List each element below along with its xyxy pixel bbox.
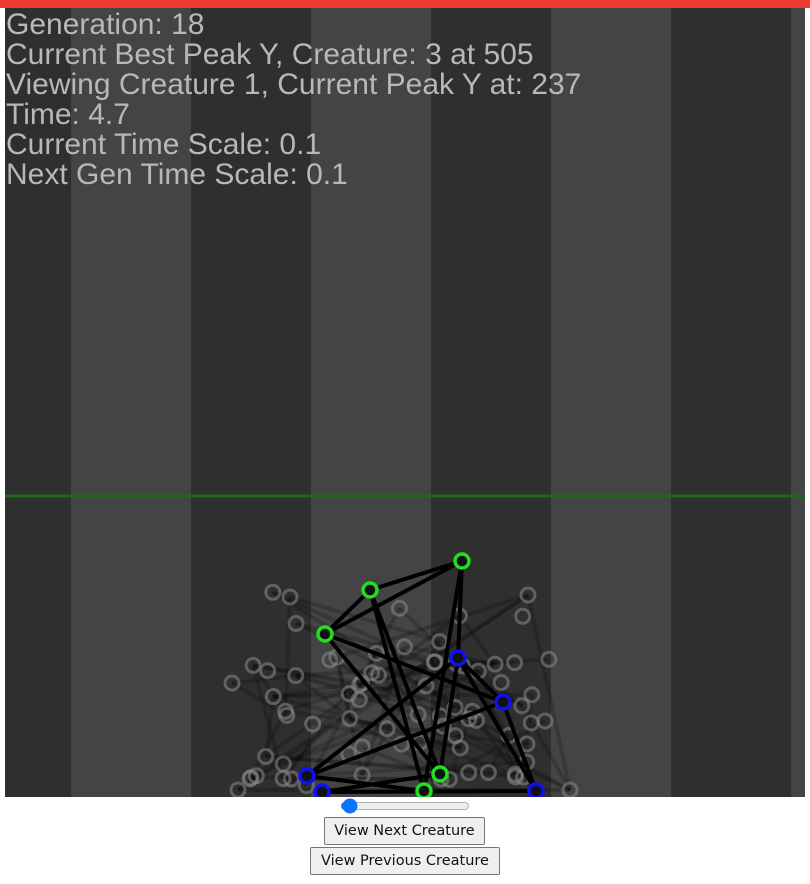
creature-view xyxy=(5,494,805,797)
view-previous-creature-button[interactable]: View Previous Creature xyxy=(310,847,500,875)
simulation-canvas: Generation: 18 Current Best Peak Y, Crea… xyxy=(5,8,805,797)
creature-node-f xyxy=(298,767,316,785)
controls: View Next Creature View Previous Creatur… xyxy=(0,797,810,884)
ghost-creatures xyxy=(223,583,579,797)
creature-node-a xyxy=(453,552,471,570)
creature-node-d xyxy=(449,649,467,667)
creature-node-g xyxy=(431,765,449,783)
top-accent-bar xyxy=(0,0,810,8)
ghost-node xyxy=(514,607,532,625)
creature-node-j xyxy=(527,782,545,797)
creature-node-e xyxy=(494,693,512,711)
creature-node-b xyxy=(361,581,379,599)
time-scale-slider[interactable] xyxy=(340,799,470,813)
creature-node-i xyxy=(313,783,331,797)
creature-node-c xyxy=(316,625,334,643)
creature-node-h xyxy=(415,782,433,797)
view-next-creature-button[interactable]: View Next Creature xyxy=(324,817,485,845)
